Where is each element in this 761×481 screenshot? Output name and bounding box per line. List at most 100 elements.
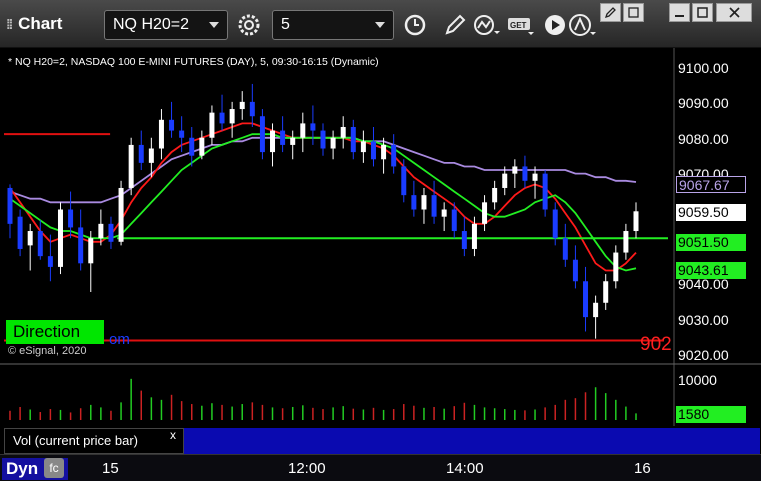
candle-body: [189, 137, 195, 156]
y-tick: 9100.00: [678, 60, 729, 76]
candle-body: [249, 101, 255, 117]
current-price-badge: 9059.50: [676, 204, 746, 221]
candle-body: [401, 166, 407, 196]
chevron-down-icon: [209, 22, 219, 28]
svg-text:GET: GET: [510, 21, 527, 30]
candle-body: [98, 223, 104, 239]
restore-icon[interactable]: [623, 3, 644, 22]
candle-body: [482, 202, 488, 224]
candle-body: [310, 123, 316, 131]
candle-body: [461, 231, 467, 249]
candle-body: [300, 123, 306, 138]
candle-body: [57, 209, 63, 267]
candle-body: [239, 101, 245, 110]
y-tick: 9090.00: [678, 95, 729, 111]
candle-body: [562, 238, 568, 260]
drag-grip-icon[interactable]: ⁞⁞: [6, 16, 13, 32]
symbol-dropdown[interactable]: NQ H20=2: [104, 10, 228, 40]
purple-ma-badge: 9067.67: [676, 176, 746, 193]
candle-body: [532, 173, 538, 181]
study-icon[interactable]: [472, 10, 502, 40]
candle-body: [613, 252, 619, 282]
study-label[interactable]: Vol (current price bar): [4, 428, 184, 454]
interval-value: 5: [281, 16, 290, 33]
candle-body: [27, 231, 33, 246]
y-tick: 9030.00: [678, 312, 729, 328]
candle-body: [88, 238, 94, 264]
candle-body: [370, 141, 376, 160]
candle-body: [78, 227, 84, 264]
candle-body: [209, 112, 215, 138]
green-ma-badge: 9043.61: [676, 262, 746, 279]
study-strip: [184, 428, 760, 454]
candle-body: [320, 130, 326, 149]
candle-body: [47, 256, 53, 267]
volume-badge: 1580: [676, 406, 746, 423]
candle-body: [603, 281, 609, 303]
price-chart[interactable]: [0, 48, 761, 428]
interval-dropdown[interactable]: 5: [272, 10, 394, 40]
edit-icon[interactable]: [600, 3, 621, 22]
formula-icon[interactable]: fc: [44, 458, 64, 478]
candle-body: [280, 130, 286, 145]
candle-body: [138, 144, 144, 163]
play-icon[interactable]: [540, 10, 570, 40]
candle-body: [381, 144, 387, 160]
candle-body: [340, 126, 346, 138]
green-line-badge: 9051.50: [676, 234, 746, 251]
candle-body: [572, 259, 578, 282]
chart-toolbar: ⁞⁞ Chart NQ H20=2 5 GET: [0, 0, 761, 48]
minimize-icon[interactable]: [669, 3, 690, 22]
candle-body: [169, 119, 175, 131]
candle-body: [259, 116, 265, 153]
candle-body: [7, 187, 13, 224]
candle-body: [522, 166, 528, 181]
candle-body: [330, 137, 336, 149]
maximize-icon[interactable]: [692, 3, 713, 22]
direction-label[interactable]: Direction: [6, 320, 104, 344]
candle-body: [350, 126, 356, 153]
candle-body: [17, 216, 23, 249]
candle-body: [360, 141, 366, 153]
candle-body: [108, 223, 114, 242]
chart-info-line: * NQ H20=2, NASDAQ 100 E-MINI FUTURES (D…: [8, 56, 379, 68]
candle-body: [451, 209, 457, 232]
x-tick: 12:00: [288, 460, 326, 477]
candle-body: [421, 195, 427, 210]
y-tick: 9080.00: [678, 131, 729, 147]
y-tick: 9020.00: [678, 347, 729, 363]
candle-body: [179, 130, 185, 138]
close-icon[interactable]: [716, 3, 752, 22]
candle-body: [128, 144, 134, 188]
clock-icon[interactable]: [400, 10, 430, 40]
candle-body: [219, 112, 225, 124]
chevron-down-icon: [375, 22, 385, 28]
volume-tick: 10000: [678, 372, 717, 388]
candle-body: [68, 209, 74, 228]
x-tick: 14:00: [446, 460, 484, 477]
candle-body: [431, 195, 437, 217]
settings-icon[interactable]: [234, 10, 264, 40]
candle-body: [512, 166, 518, 174]
candle-body: [623, 231, 629, 253]
close-study-icon[interactable]: x: [170, 428, 176, 442]
copyright-text: © eSignal, 2020: [8, 345, 87, 357]
candle-body: [270, 130, 276, 153]
candle-body: [148, 148, 154, 163]
pencil-icon[interactable]: [440, 10, 470, 40]
candle-body: [391, 144, 397, 167]
price-level-text: 902: [640, 334, 672, 355]
x-tick: 15: [102, 460, 119, 477]
candle-body: [552, 209, 558, 239]
time-axis[interactable]: Dyn fc 15 12:00 14:00 16: [0, 454, 761, 481]
window-title: ⁞⁞ Chart: [6, 14, 62, 34]
x-tick: 16: [634, 460, 651, 477]
cursor-icon[interactable]: [568, 10, 598, 40]
get-icon[interactable]: GET: [506, 10, 536, 40]
candle-body: [542, 173, 548, 210]
candle-body: [37, 231, 43, 257]
window-title-text: Chart: [18, 14, 63, 33]
candle-body: [229, 109, 235, 124]
candle-body: [199, 137, 205, 156]
candle-body: [158, 119, 164, 149]
